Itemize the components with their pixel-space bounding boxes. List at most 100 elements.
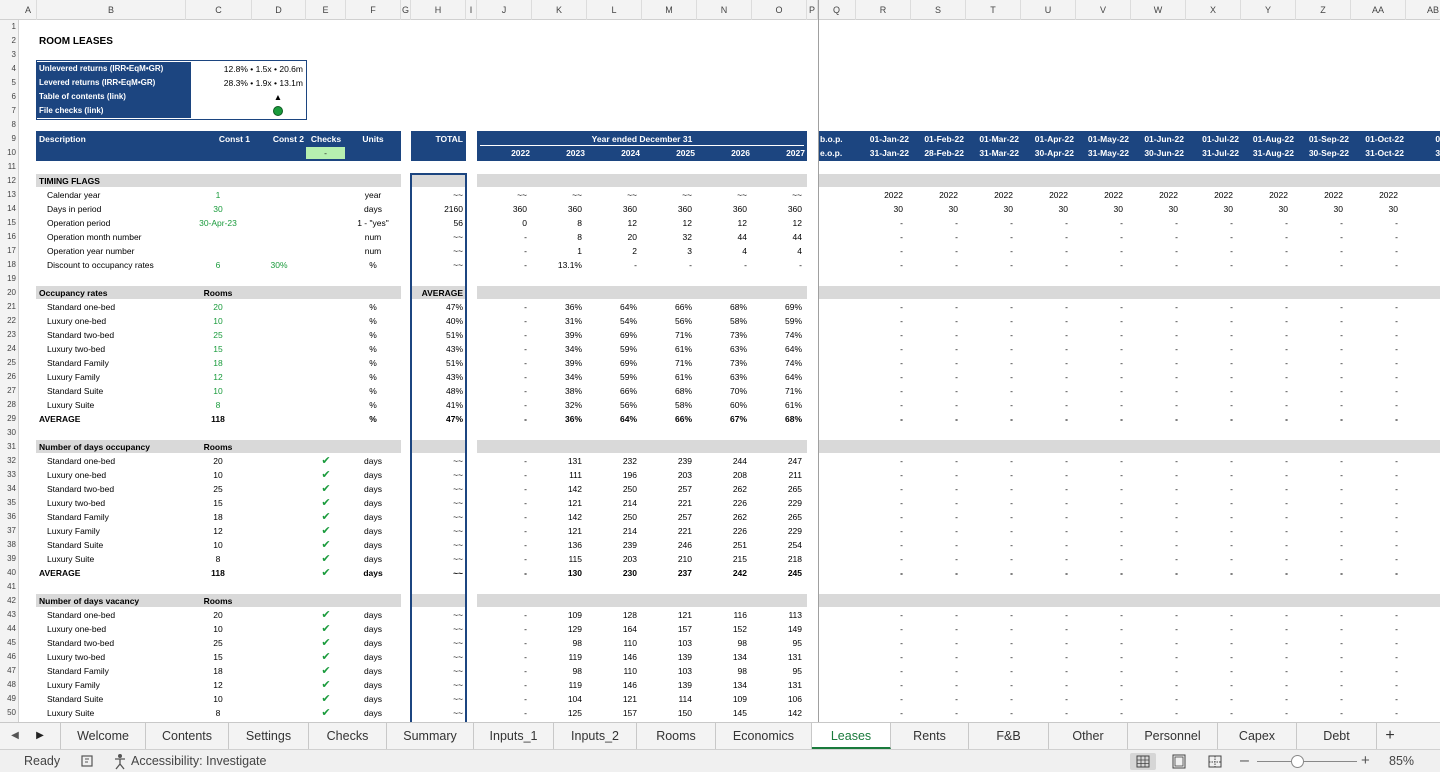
month-value-cell[interactable]: - [1131, 692, 1178, 706]
month-value-cell[interactable]: - [1406, 524, 1440, 538]
month-value-cell[interactable]: - [1296, 328, 1343, 342]
month-value-cell[interactable]: - [1351, 454, 1398, 468]
year-value-cell[interactable]: 211 [752, 468, 802, 482]
month-value-cell[interactable]: - [1186, 622, 1233, 636]
month-value-cell[interactable]: - [1351, 258, 1398, 272]
month-value-cell[interactable]: - [856, 636, 903, 650]
year-value-cell[interactable]: 12 [752, 216, 802, 230]
year-value-cell[interactable]: 142 [532, 510, 582, 524]
month-value-cell[interactable]: - [1021, 566, 1068, 580]
month-value-cell[interactable]: - [1406, 664, 1440, 678]
row-number[interactable]: 39 [0, 552, 19, 566]
month-value-cell[interactable]: - [911, 258, 958, 272]
month-value-cell[interactable]: - [911, 650, 958, 664]
year-value-cell[interactable]: 360 [642, 202, 692, 216]
year-value-cell[interactable]: 242 [697, 566, 747, 580]
year-value-cell[interactable]: - [477, 314, 527, 328]
column-header-y[interactable]: Y [1241, 0, 1296, 20]
month-value-cell[interactable]: - [1351, 496, 1398, 510]
month-value-cell[interactable]: - [1076, 356, 1123, 370]
month-value-cell[interactable]: - [1076, 650, 1123, 664]
year-value-cell[interactable]: 63% [697, 342, 747, 356]
const1-cell[interactable]: 18 [186, 356, 250, 370]
month-value-cell[interactable]: - [1296, 678, 1343, 692]
year-value-cell[interactable]: 59% [587, 370, 637, 384]
month-value-cell[interactable]: 30 [911, 202, 958, 216]
month-value-cell[interactable]: - [911, 482, 958, 496]
year-value-cell[interactable]: 157 [642, 622, 692, 636]
month-value-cell[interactable]: - [1241, 692, 1288, 706]
month-value-cell[interactable]: - [1351, 636, 1398, 650]
month-value-cell[interactable]: - [1186, 552, 1233, 566]
row-number[interactable]: 30 [0, 426, 19, 440]
tab-inputs-1[interactable]: Inputs_1 [474, 723, 554, 749]
month-value-cell[interactable]: - [1186, 454, 1233, 468]
month-value-cell[interactable]: - [1131, 328, 1178, 342]
month-value-cell[interactable]: - [1186, 692, 1233, 706]
year-value-cell[interactable]: 71% [752, 384, 802, 398]
month-value-cell[interactable]: 2022 [1076, 188, 1123, 202]
month-value-cell[interactable]: - [966, 566, 1013, 580]
row-number[interactable]: 23 [0, 328, 19, 342]
column-header-o[interactable]: O [752, 0, 807, 20]
month-value-cell[interactable]: - [1241, 566, 1288, 580]
month-value-cell[interactable]: - [911, 454, 958, 468]
month-value-cell[interactable]: - [1241, 342, 1288, 356]
year-value-cell[interactable]: 95 [752, 664, 802, 678]
info-label[interactable]: Unlevered returns (IRR•EqM•GR) [37, 62, 191, 76]
year-value-cell[interactable]: 245 [752, 566, 802, 580]
month-value-cell[interactable]: - [911, 706, 958, 720]
row-number[interactable]: 43 [0, 608, 19, 622]
row-number[interactable]: 7 [0, 104, 19, 118]
const1-cell[interactable]: 18 [186, 510, 250, 524]
month-value-cell[interactable]: - [1131, 258, 1178, 272]
const1-cell[interactable]: 1 [186, 188, 250, 202]
month-value-cell[interactable]: - [1076, 496, 1123, 510]
year-value-cell[interactable]: 64% [587, 300, 637, 314]
month-value-cell[interactable]: 30 [1076, 202, 1123, 216]
row-number[interactable]: 47 [0, 664, 19, 678]
month-value-cell[interactable]: - [966, 678, 1013, 692]
row-number[interactable]: 46 [0, 650, 19, 664]
month-value-cell[interactable]: - [1296, 244, 1343, 258]
year-value-cell[interactable]: 152 [697, 622, 747, 636]
year-value-cell[interactable]: - [477, 650, 527, 664]
month-value-cell[interactable]: - [1076, 454, 1123, 468]
year-value-cell[interactable]: - [477, 510, 527, 524]
year-value-cell[interactable]: - [477, 678, 527, 692]
year-value-cell[interactable]: 44 [697, 230, 747, 244]
month-value-cell[interactable]: - [856, 398, 903, 412]
month-value-cell[interactable]: - [1076, 608, 1123, 622]
month-value-cell[interactable]: - [1021, 538, 1068, 552]
month-value-cell[interactable]: - [856, 384, 903, 398]
year-value-cell[interactable]: 229 [752, 496, 802, 510]
year-value-cell[interactable]: 142 [532, 482, 582, 496]
year-value-cell[interactable]: 20 [587, 230, 637, 244]
month-value-cell[interactable]: - [1241, 622, 1288, 636]
year-value-cell[interactable]: 54% [587, 314, 637, 328]
month-value-cell[interactable]: - [1021, 552, 1068, 566]
month-value-cell[interactable]: - [1131, 706, 1178, 720]
page-break-view-icon[interactable] [1202, 753, 1228, 770]
month-value-cell[interactable]: - [1076, 692, 1123, 706]
month-value-cell[interactable]: - [1406, 384, 1440, 398]
month-value-cell[interactable]: - [1296, 230, 1343, 244]
month-value-cell[interactable]: - [1241, 384, 1288, 398]
month-value-cell[interactable]: - [1131, 244, 1178, 258]
month-value-cell[interactable]: - [1021, 454, 1068, 468]
month-value-cell[interactable]: - [1076, 300, 1123, 314]
year-value-cell[interactable]: - [477, 328, 527, 342]
row-number[interactable]: 11 [0, 160, 19, 174]
year-value-cell[interactable]: 360 [752, 202, 802, 216]
month-value-cell[interactable]: - [1186, 608, 1233, 622]
month-value-cell[interactable]: - [1241, 244, 1288, 258]
month-value-cell[interactable]: - [856, 608, 903, 622]
column-header-z[interactable]: Z [1296, 0, 1351, 20]
month-value-cell[interactable]: - [1241, 230, 1288, 244]
month-value-cell[interactable]: - [1186, 468, 1233, 482]
month-value-cell[interactable]: - [911, 538, 958, 552]
month-value-cell[interactable]: - [911, 300, 958, 314]
month-value-cell[interactable]: - [1406, 650, 1440, 664]
year-value-cell[interactable]: 218 [752, 552, 802, 566]
year-value-cell[interactable]: - [477, 342, 527, 356]
